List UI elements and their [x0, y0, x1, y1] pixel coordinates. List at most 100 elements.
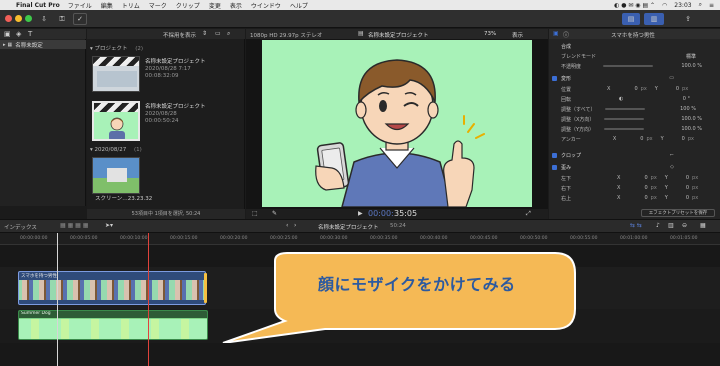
photos-icon[interactable]: ◈ [16, 30, 21, 38]
position-x-value[interactable]: 0 [634, 86, 637, 92]
play-icon[interactable]: ▶ [358, 210, 363, 217]
enhance-tool-icon[interactable]: ✎ [272, 210, 277, 217]
menu-app-name[interactable]: Final Cut Pro [16, 2, 60, 9]
project-item-2[interactable]: 名称未設定プロジェクト 2020/08/28 00:00:50:24 [145, 104, 241, 125]
menu-clip[interactable]: クリップ [176, 1, 200, 10]
bl-x-value[interactable]: 0 [644, 175, 647, 181]
scale-x-value[interactable]: 100.0 % [681, 116, 702, 122]
key-icon[interactable]: ⚿ [55, 13, 69, 25]
crop-section[interactable]: クロップ ⌐ [549, 150, 720, 160]
date-section-header[interactable]: ▾ 2020/08/27 (1) [90, 147, 142, 153]
share-icon[interactable]: ⇪ [680, 13, 696, 25]
panel-toggle-button[interactable]: ▥ [644, 13, 664, 25]
connect-clip-icon[interactable]: ▦ ▦ ▦ ▦ [60, 222, 88, 229]
br-x-value[interactable]: 0 [644, 185, 647, 191]
minimize-window-button[interactable] [15, 15, 22, 22]
anchor-y-value[interactable]: 0 [682, 136, 685, 142]
video-clip[interactable]: スマホを持つ男性 [18, 271, 206, 305]
br-y-value[interactable]: 0 [686, 185, 689, 191]
download-icon[interactable]: ⇩ [37, 13, 51, 25]
timeline-ruler[interactable]: 00:00:00:00 00:00:05:00 00:00:10:00 00:0… [0, 233, 720, 245]
scale-y-slider[interactable] [604, 128, 645, 130]
checkmark-icon[interactable]: ✓ [73, 13, 87, 25]
menu-view[interactable]: 表示 [230, 1, 242, 10]
video-frame[interactable] [262, 40, 532, 207]
status-icons[interactable]: ◐ ● ✉ ◉ ▤ ⌃ [614, 2, 655, 9]
menu-trim[interactable]: トリム [122, 1, 140, 10]
scale-x-slider[interactable] [604, 118, 645, 120]
timeline-area[interactable]: スマホを持つ男性 Summer Dog 顔にモザイクをかけてみる [0, 233, 720, 366]
crop-checkbox[interactable] [552, 152, 557, 158]
project-thumbnail[interactable] [92, 56, 140, 92]
project-item-1[interactable]: 名称未設定プロジェクト 2020/08/28 7:17 00:08:32:09 [145, 59, 241, 80]
distort-checkbox[interactable] [552, 164, 557, 170]
crop-onscreen-icon[interactable]: ⌐ [670, 152, 674, 158]
view-dropdown[interactable]: 表示 [512, 31, 523, 39]
video-inspector-icon[interactable]: ▣ [553, 30, 559, 37]
save-effects-preset-button[interactable]: エフェクトプリセットを保存 [641, 209, 715, 217]
clip-trim-handle[interactable] [204, 273, 207, 303]
wifi-icon[interactable]: ◠ [662, 2, 667, 9]
background-clip[interactable]: Summer Dog [18, 310, 208, 340]
transform-checkbox[interactable] [552, 75, 557, 81]
menu-edit[interactable]: 編集 [101, 1, 113, 10]
scale-y-value[interactable]: 100.0 % [681, 126, 702, 132]
zoom-dropdown[interactable]: 73% [484, 31, 496, 37]
index-button[interactable]: インデックス [4, 223, 37, 231]
info-icon[interactable]: ⓘ [563, 30, 569, 39]
menu-file[interactable]: ファイル [68, 1, 92, 10]
close-window-button[interactable] [5, 15, 12, 22]
playhead[interactable] [57, 233, 58, 366]
menu-modify[interactable]: 変更 [209, 1, 221, 10]
menu-mark[interactable]: マーク [149, 1, 167, 10]
audio-icon[interactable]: ♪ [656, 222, 660, 229]
tr-x-value[interactable]: 0 [644, 195, 647, 201]
transform-section[interactable]: 変形 ▭ [549, 73, 720, 83]
tr-y-value[interactable]: 0 [686, 195, 689, 201]
search-icon[interactable]: ⌕ [699, 1, 702, 9]
clip-appearance-icon[interactable]: ▥ [668, 222, 674, 229]
filter-dropdown[interactable]: 不採用を表示 [163, 31, 196, 39]
scale-all-value[interactable]: 100 % [680, 106, 696, 112]
zoom-out-icon[interactable]: ⊖ [682, 222, 687, 229]
anchor-x-value[interactable]: 0 [640, 136, 643, 142]
fullscreen-icon[interactable]: ⤢ [526, 210, 531, 218]
skimming-icons[interactable]: ⇆ ⇆ [630, 222, 642, 229]
menu-window[interactable]: ウインドウ [251, 1, 281, 10]
menu-list-icon[interactable]: ≡ [709, 2, 714, 9]
opacity-value[interactable]: 100.0 % [681, 63, 702, 69]
scale-all-slider[interactable] [605, 108, 646, 110]
bl-y-value[interactable]: 0 [686, 175, 689, 181]
layout-toggle-button[interactable]: ▤ [622, 13, 640, 25]
filmstrip-icon[interactable]: ▭ [215, 30, 221, 37]
transform-tool-icon[interactable]: ⬚ [252, 210, 258, 217]
back-icon[interactable]: ‹ [286, 222, 288, 229]
projects-section-header[interactable]: ▾ プロジェクト (2) [90, 44, 143, 52]
zoom-window-button[interactable] [25, 15, 32, 22]
distort-onscreen-icon[interactable]: ◇ [670, 164, 674, 170]
clapper-icon[interactable]: ▣ [4, 30, 11, 38]
search-icon[interactable]: ⌕ [227, 30, 230, 38]
project-thumbnail-selected[interactable] [92, 101, 140, 141]
distort-section[interactable]: 歪み ◇ [549, 162, 720, 172]
position-y-value[interactable]: 0 [676, 86, 679, 92]
chevron-updown-icon[interactable]: ⇕ [202, 30, 207, 37]
timeline-project-name[interactable]: 名称未設定プロジェクト [318, 223, 379, 231]
opacity-slider[interactable] [603, 65, 654, 67]
composite-section[interactable]: 合成 [549, 41, 720, 51]
menu-help[interactable]: ヘルプ [290, 1, 308, 10]
transform-onscreen-icon[interactable]: ▭ [669, 75, 674, 81]
project-icon: ▤ [358, 30, 364, 37]
blend-mode-dropdown[interactable]: 標準 [686, 53, 696, 60]
effects-browser-icon[interactable]: ▦ [700, 222, 706, 229]
rotation-value[interactable]: 0 ° [683, 96, 690, 102]
select-tool-icon[interactable]: ➤▾ [105, 222, 113, 229]
rotation-dial-icon[interactable]: ◐ [619, 96, 623, 102]
media-thumbnail[interactable] [92, 157, 140, 194]
clock[interactable]: 23:03 [674, 2, 691, 9]
library-item[interactable]: ▸ ▦ 名称未設定 [0, 40, 86, 49]
chevron-right-icon[interactable]: ▸ [3, 42, 6, 48]
titles-icon[interactable]: T [28, 30, 32, 38]
viewer-timecode[interactable]: 35:05 [394, 209, 417, 218]
forward-icon[interactable]: › [294, 222, 296, 229]
